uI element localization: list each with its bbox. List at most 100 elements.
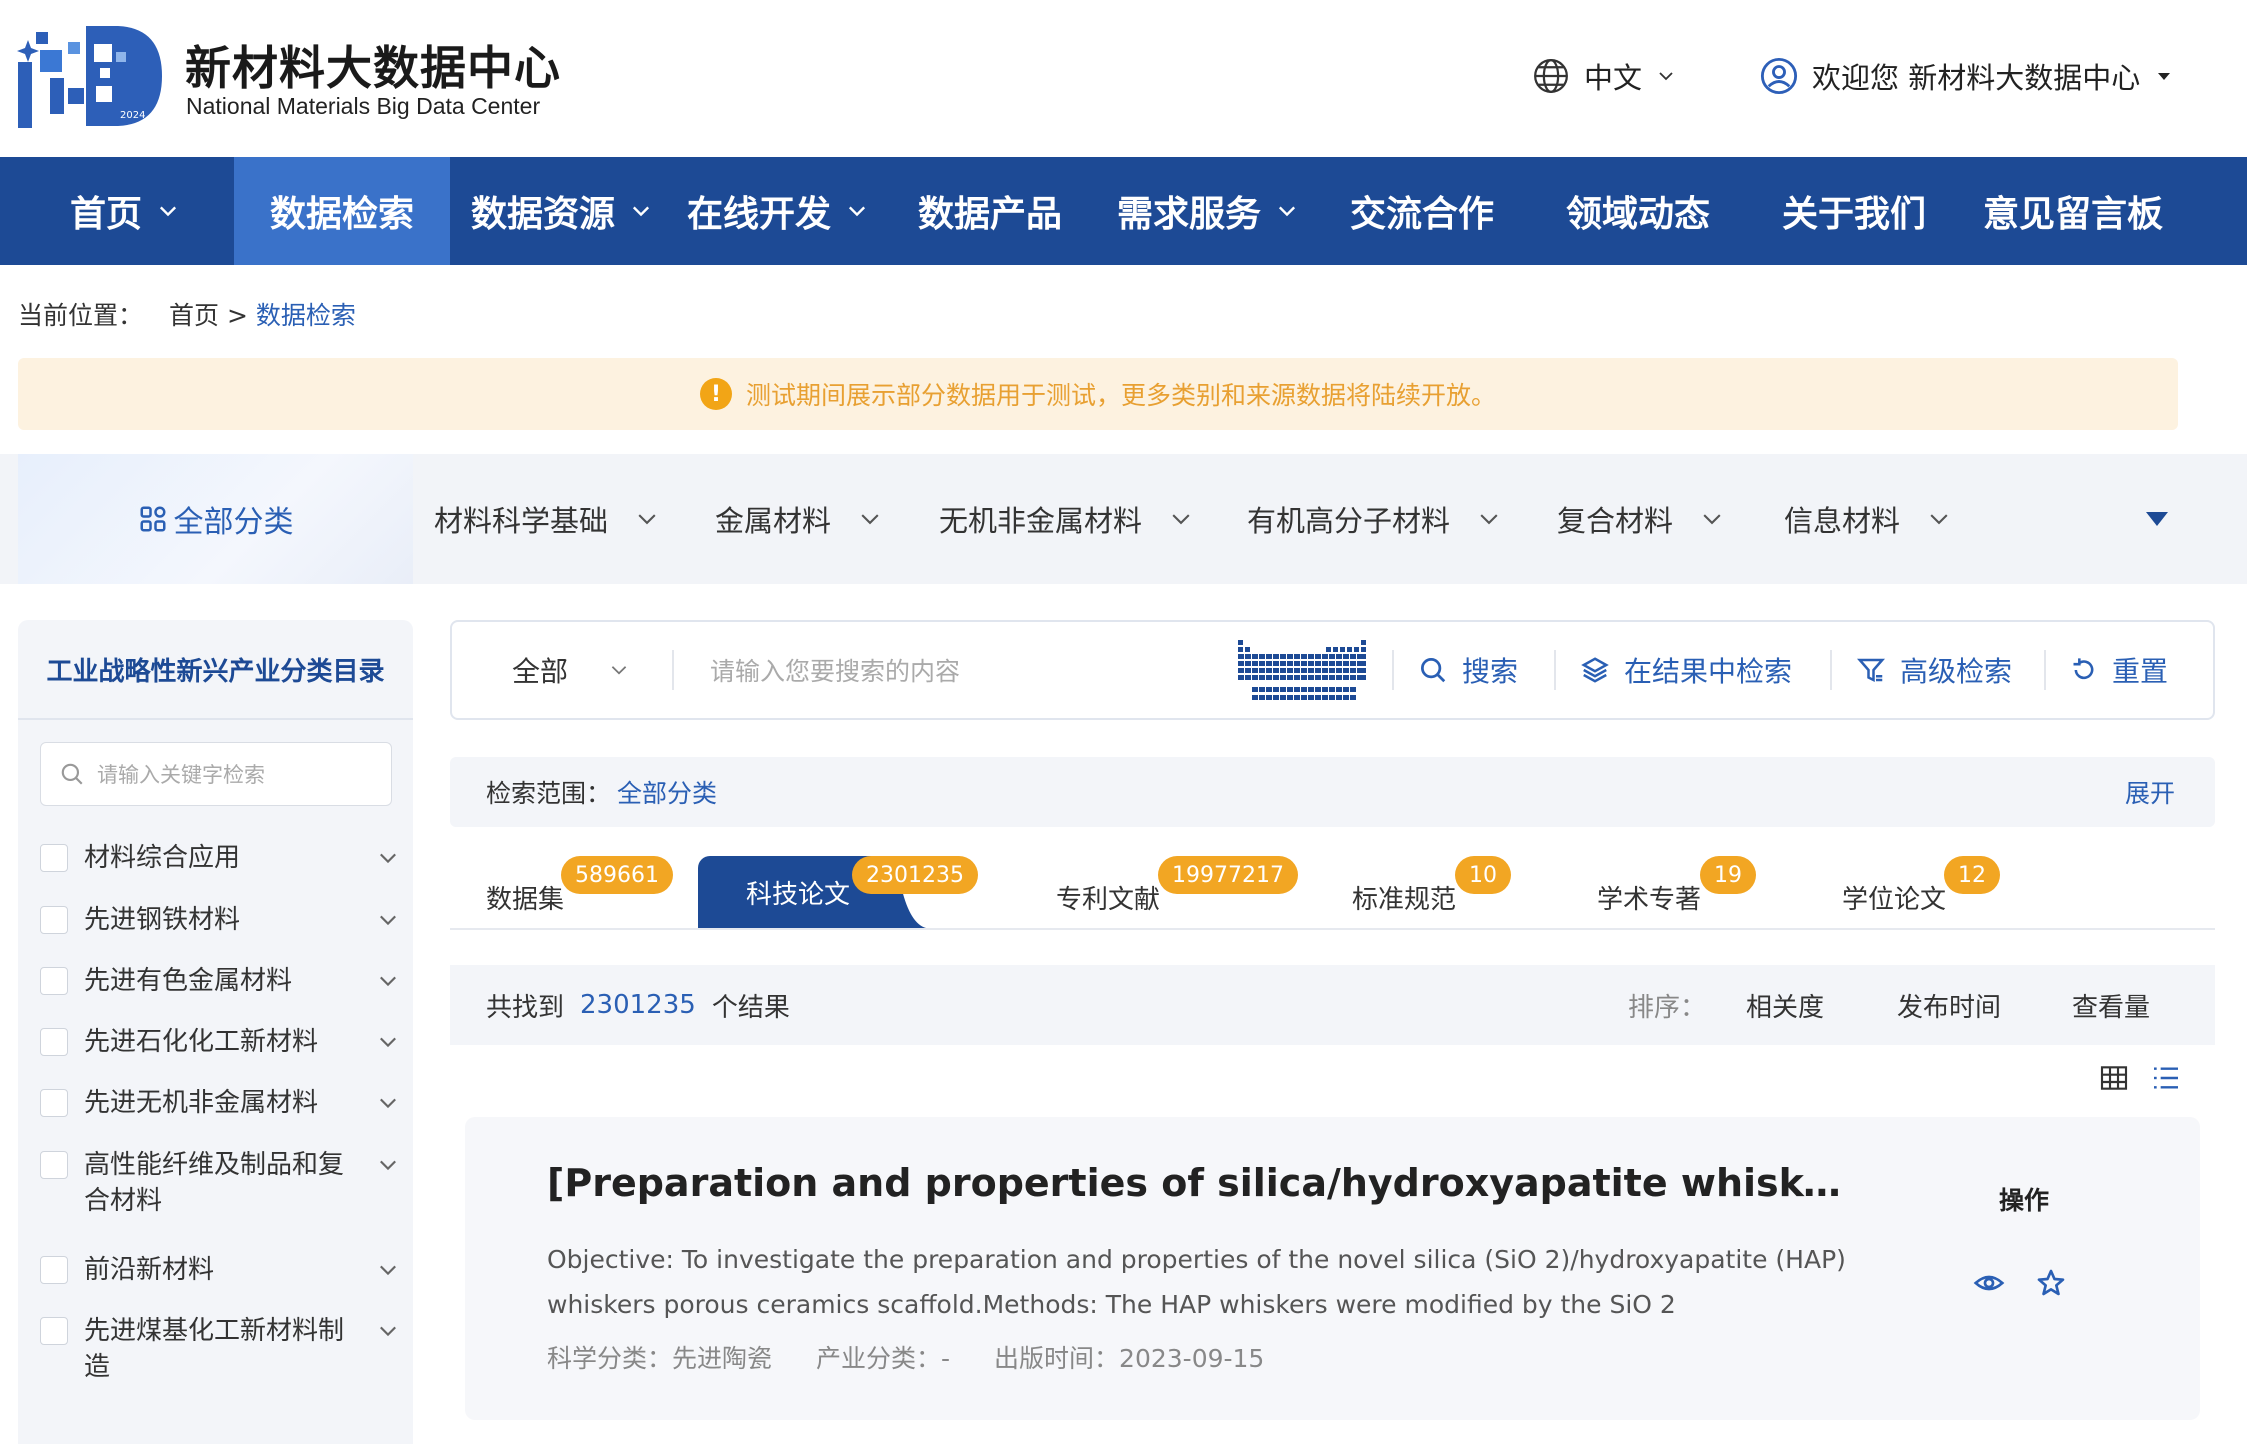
checkbox[interactable] bbox=[40, 1256, 68, 1284]
category-materials-science[interactable]: 材料科学基础 bbox=[434, 454, 660, 584]
chevron-down-icon bbox=[1172, 514, 1190, 525]
periodic-table-icon[interactable] bbox=[1238, 640, 1368, 704]
category-information[interactable]: 信息材料 bbox=[1784, 454, 1952, 584]
checkbox[interactable] bbox=[40, 844, 68, 872]
search-range-value[interactable]: 全部分类 bbox=[617, 774, 717, 810]
category-inorganic-nonmetal[interactable]: 无机非金属材料 bbox=[939, 454, 1194, 584]
chevron-down-icon[interactable] bbox=[376, 908, 400, 932]
tabs-underline bbox=[450, 928, 2215, 930]
search-in-results-button[interactable]: 在结果中检索 bbox=[1580, 622, 1792, 718]
search-input[interactable]: 请输入您要搜索的内容 bbox=[710, 622, 960, 718]
eye-icon[interactable] bbox=[1973, 1267, 2005, 1299]
breadcrumb-home[interactable]: 首页 bbox=[169, 301, 219, 330]
result-count-value: 2301235 bbox=[580, 990, 696, 1020]
language-selector[interactable]: 中文 bbox=[1532, 56, 1676, 96]
nav-online-dev[interactable]: 在线开发 bbox=[678, 157, 878, 265]
logo-icon[interactable]: 2024 bbox=[16, 22, 164, 130]
category-organic-polymer[interactable]: 有机高分子材料 bbox=[1247, 454, 1502, 584]
category-label: 复合材料 bbox=[1557, 504, 1674, 538]
checkbox[interactable] bbox=[40, 1151, 68, 1179]
count-badge: 589661 bbox=[561, 856, 673, 894]
expand-range-button[interactable]: 展开 bbox=[2125, 757, 2175, 827]
user-menu[interactable]: 欢迎您 新材料大数据中心 bbox=[1760, 56, 2174, 96]
chevron-down-icon[interactable] bbox=[376, 1258, 400, 1282]
checkbox[interactable] bbox=[40, 1089, 68, 1117]
tab-standards[interactable]: 标准规范 bbox=[1352, 856, 1456, 928]
chevron-down-icon[interactable] bbox=[376, 846, 400, 870]
nav-data-search[interactable]: 数据检索 bbox=[234, 157, 450, 265]
nav-online-dev-label: 在线开发 bbox=[686, 194, 831, 235]
sidebar-item[interactable]: 先进有色金属材料 bbox=[40, 963, 400, 999]
tab-datasets[interactable]: 数据集 bbox=[486, 856, 564, 928]
chevron-down-icon bbox=[1659, 72, 1673, 81]
sidebar-search-placeholder: 请输入关键字检索 bbox=[97, 763, 265, 787]
sidebar-item[interactable]: 前沿新材料 bbox=[40, 1252, 400, 1288]
chevron-down-icon[interactable] bbox=[376, 1153, 400, 1177]
expand-categories-icon[interactable] bbox=[2144, 508, 2170, 530]
search-scope-select[interactable]: 全部 bbox=[512, 622, 630, 718]
sidebar-item[interactable]: 先进石化化工新材料 bbox=[40, 1024, 400, 1060]
checkbox[interactable] bbox=[40, 906, 68, 934]
sort-relevance[interactable]: 相关度 bbox=[1746, 965, 1824, 1045]
sort-publish-time[interactable]: 发布时间 bbox=[1897, 965, 2001, 1045]
sidebar-item[interactable]: 材料综合应用 bbox=[40, 840, 400, 876]
tab-patents[interactable]: 专利文献 bbox=[1056, 856, 1160, 928]
result-abstract: Objective: To investigate the preparatio… bbox=[547, 1245, 1846, 1319]
list-view-icon[interactable] bbox=[2150, 1062, 2182, 1094]
checkbox[interactable] bbox=[40, 1028, 68, 1056]
breadcrumb: 当前位置： 首页 > 数据检索 bbox=[18, 296, 356, 332]
language-label: 中文 bbox=[1584, 61, 1643, 95]
all-categories-button[interactable]: 全部分类 bbox=[18, 454, 413, 584]
tab-label: 数据集 bbox=[486, 885, 565, 915]
sidebar-item-label: 高性能纤维及制品和复合材料 bbox=[84, 1150, 345, 1216]
search-in-results-label: 在结果中检索 bbox=[1624, 655, 1793, 688]
chevron-down-icon[interactable] bbox=[376, 1091, 400, 1115]
nav-domain-news[interactable]: 领域动态 bbox=[1548, 157, 1728, 265]
table-view-icon[interactable] bbox=[2098, 1062, 2130, 1094]
checkbox[interactable] bbox=[40, 1317, 68, 1345]
nav-data-resources[interactable]: 数据资源 bbox=[462, 157, 662, 265]
category-metal-materials[interactable]: 金属材料 bbox=[715, 454, 883, 584]
chevron-down-icon[interactable] bbox=[376, 1030, 400, 1054]
sidebar-item[interactable]: 先进煤基化工新材料制造 bbox=[40, 1313, 400, 1385]
result-count-prefix: 共找到 bbox=[486, 992, 565, 1023]
nav-about-us[interactable]: 关于我们 bbox=[1764, 157, 1944, 265]
result-title[interactable]: [Preparation and properties of silica/hy… bbox=[547, 1161, 1847, 1205]
warning-icon: ! bbox=[699, 378, 732, 410]
sidebar-item[interactable]: 高性能纤维及制品和复合材料 bbox=[40, 1147, 400, 1219]
result-meta: 科学分类：先进陶瓷 产业分类：- 出版时间：2023-09-15 bbox=[547, 1339, 1264, 1375]
nav-home[interactable]: 首页 bbox=[40, 157, 210, 265]
tab-monographs[interactable]: 学术专著 bbox=[1597, 856, 1701, 928]
search-placeholder: 请输入您要搜索的内容 bbox=[710, 657, 961, 686]
sort-views[interactable]: 查看量 bbox=[2072, 965, 2150, 1045]
search-range-label: 检索范围： bbox=[486, 779, 612, 808]
chevron-down-icon bbox=[1930, 514, 1948, 525]
category-label: 材料科学基础 bbox=[434, 504, 609, 538]
category-composite[interactable]: 复合材料 bbox=[1557, 454, 1725, 584]
reset-button[interactable]: 重置 bbox=[2070, 622, 2168, 718]
checkbox[interactable] bbox=[40, 967, 68, 995]
tab-theses[interactable]: 学位论文 bbox=[1842, 856, 1946, 928]
count-badge: 19977217 bbox=[1158, 856, 1298, 894]
advanced-search-button[interactable]: 高级检索 bbox=[1856, 622, 2012, 718]
result-industry-category: 产业分类：- bbox=[816, 1344, 951, 1373]
star-icon[interactable] bbox=[2035, 1267, 2067, 1299]
nav-data-products-label: 数据产品 bbox=[917, 194, 1062, 235]
nav-demand-services[interactable]: 需求服务 bbox=[1108, 157, 1308, 265]
sidebar-item[interactable]: 先进无机非金属材料 bbox=[40, 1085, 400, 1121]
sidebar-item-label: 先进无机非金属材料 bbox=[84, 1088, 319, 1118]
chevron-down-icon[interactable] bbox=[376, 1319, 400, 1343]
result-science-category: 科学分类：先进陶瓷 bbox=[547, 1344, 773, 1373]
chevron-down-icon[interactable] bbox=[376, 969, 400, 993]
result-count: 共找到 2301235 个结果 bbox=[486, 965, 790, 1045]
nav-cooperation[interactable]: 交流合作 bbox=[1332, 157, 1512, 265]
search-button[interactable]: 搜索 bbox=[1418, 622, 1518, 718]
nav-data-products[interactable]: 数据产品 bbox=[900, 157, 1080, 265]
tab-label: 科技论文 bbox=[745, 879, 850, 910]
sidebar-search-input[interactable]: 请输入关键字检索 bbox=[40, 742, 392, 806]
nav-feedback-board-label: 意见留言板 bbox=[1982, 194, 2163, 235]
user-greeting: 欢迎您 新材料大数据中心 bbox=[1812, 61, 2141, 95]
site-title-en: National Materials Big Data Center bbox=[186, 93, 541, 119]
nav-feedback-board[interactable]: 意见留言板 bbox=[1968, 157, 2178, 265]
sidebar-item[interactable]: 先进钢铁材料 bbox=[40, 902, 400, 938]
